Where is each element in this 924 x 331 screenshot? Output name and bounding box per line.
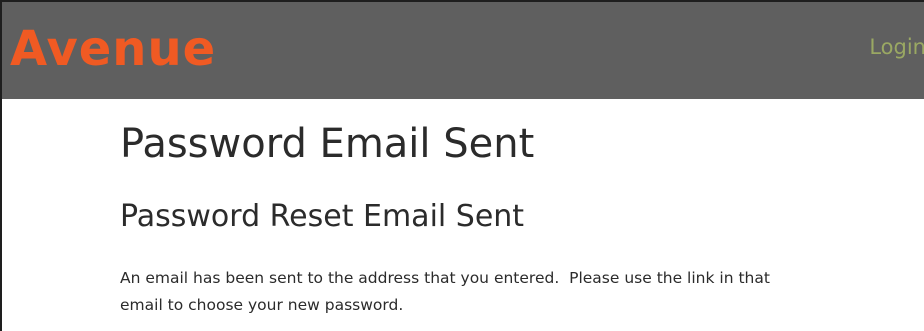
- avenue-logo: Avenue: [10, 21, 216, 77]
- top-navbar: Avenue Login: [2, 2, 924, 99]
- page-frame: Avenue Login Password Email Sent Passwor…: [0, 0, 924, 331]
- confirmation-message: An email has been sent to the address th…: [120, 265, 860, 319]
- login-link[interactable]: Login: [869, 35, 924, 59]
- message-line-1: An email has been sent to the address th…: [120, 269, 770, 287]
- brand-wordmark: Avenue: [10, 21, 216, 77]
- reset-email-heading: Password Reset Email Sent: [120, 199, 525, 234]
- message-line-2: email to choose your new password.: [120, 296, 404, 314]
- brand-logo-link[interactable]: Avenue: [10, 15, 250, 79]
- page-title: Password Email Sent: [120, 121, 535, 167]
